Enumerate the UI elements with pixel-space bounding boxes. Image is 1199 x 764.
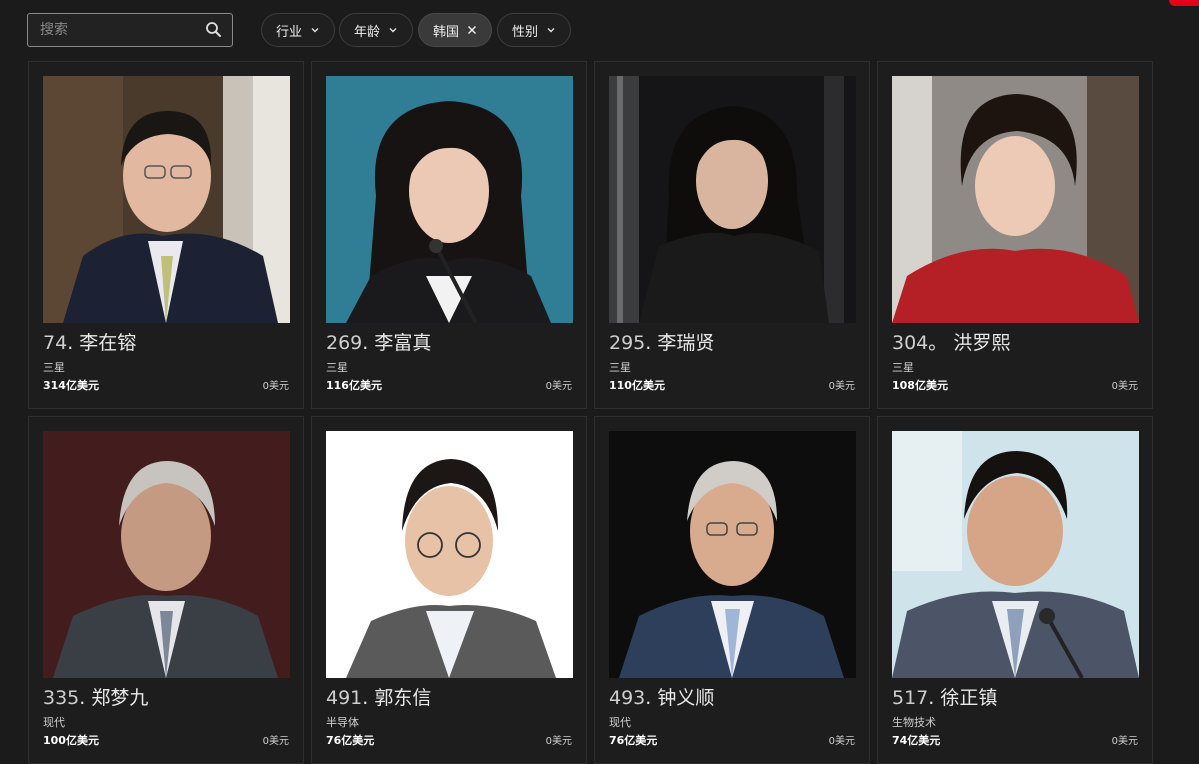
net-worth: 116亿美元 [326, 379, 382, 392]
rank: 493 [609, 687, 646, 709]
rank-separator: . [67, 332, 74, 354]
rank-and-name[interactable]: 491. 郭东信 [326, 683, 431, 710]
filter-age[interactable]: 年龄 [339, 13, 414, 47]
filter-label: 性别 [512, 24, 539, 40]
chevron-down-icon [311, 28, 319, 33]
person-photo[interactable] [892, 431, 1139, 678]
worth-change: 0美元 [828, 736, 855, 747]
rank: 304 [892, 332, 929, 354]
net-worth: 76亿美元 [326, 734, 375, 747]
rank: 74 [43, 332, 68, 354]
rank-separator: . [645, 687, 652, 709]
filter-country[interactable]: 韩国 [418, 13, 493, 47]
person-card[interactable]: 491. 郭东信 半导体 76亿美元 0美元 [311, 416, 587, 764]
person-name: 郭东信 [374, 687, 432, 709]
person-name: 李富真 [374, 332, 432, 354]
rank-and-name[interactable]: 517. 徐正镇 [892, 683, 997, 710]
worth-change: 0美元 [545, 736, 572, 747]
company: 三星 [892, 361, 914, 374]
person-name: 李在镕 [79, 332, 137, 354]
net-worth: 76亿美元 [609, 734, 658, 747]
rank-and-name[interactable]: 74. 李在镕 [43, 328, 136, 355]
search-icon[interactable] [204, 20, 224, 40]
rank-separator: . [928, 687, 935, 709]
person-photo[interactable] [609, 431, 856, 678]
person-card[interactable]: 493. 钟义顺 现代 76亿美元 0美元 [594, 416, 870, 764]
rank: 269 [326, 332, 363, 354]
worth-change: 0美元 [1111, 381, 1138, 392]
rank-separator: 。 [928, 332, 948, 354]
person-photo[interactable] [609, 76, 856, 323]
company: 三星 [326, 361, 348, 374]
chevron-down-icon [389, 28, 397, 33]
rank-and-name[interactable]: 295. 李瑞贤 [609, 328, 714, 355]
rank: 295 [609, 332, 646, 354]
filter-label: 年龄 [354, 24, 381, 40]
rank-separator: . [362, 332, 369, 354]
rank-separator: . [362, 687, 369, 709]
rank-separator: . [645, 332, 652, 354]
worth-change: 0美元 [828, 381, 855, 392]
net-worth: 314亿美元 [43, 379, 99, 392]
company: 半导体 [326, 716, 359, 729]
person-name: 李瑞贤 [657, 332, 715, 354]
person-name: 洪罗熙 [953, 332, 1011, 354]
rank-separator: . [79, 687, 86, 709]
person-name: 徐正镇 [940, 687, 998, 709]
rank-and-name[interactable]: 335. 郑梦九 [43, 683, 148, 710]
person-name: 钟义顺 [657, 687, 715, 709]
net-worth: 100亿美元 [43, 734, 99, 747]
chevron-down-icon [547, 28, 555, 33]
filter-bar: 行业 年龄 韩国 性别 [0, 0, 1199, 60]
filter-label: 行业 [276, 24, 303, 40]
company: 生物技术 [892, 716, 936, 729]
rank: 335 [43, 687, 80, 709]
company: 三星 [43, 361, 65, 374]
person-photo[interactable] [326, 76, 573, 323]
person-photo[interactable] [326, 431, 573, 678]
worth-change: 0美元 [262, 381, 289, 392]
filter-gender[interactable]: 性别 [497, 13, 572, 47]
person-card[interactable]: 269. 李富真 三星 116亿美元 0美元 [311, 61, 587, 409]
person-photo[interactable] [892, 76, 1139, 323]
rank-and-name[interactable]: 269. 李富真 [326, 328, 431, 355]
rank-and-name[interactable]: 493. 钟义顺 [609, 683, 714, 710]
person-photo[interactable] [43, 76, 290, 323]
person-photo[interactable] [43, 431, 290, 678]
company: 三星 [609, 361, 631, 374]
search-box [27, 13, 233, 47]
worth-change: 0美元 [545, 381, 572, 392]
net-worth: 110亿美元 [609, 379, 665, 392]
net-worth: 74亿美元 [892, 734, 941, 747]
worth-change: 0美元 [1111, 736, 1138, 747]
rank: 491 [326, 687, 363, 709]
person-card[interactable]: 74. 李在镕 三星 314亿美元 0美元 [28, 61, 304, 409]
rank: 517 [892, 687, 929, 709]
close-icon[interactable] [467, 25, 477, 35]
person-card[interactable]: 304。 洪罗熙 三星 108亿美元 0美元 [877, 61, 1153, 409]
filter-label: 韩国 [433, 24, 460, 40]
person-card[interactable]: 335. 郑梦九 现代 100亿美元 0美元 [28, 416, 304, 764]
brand-accent [1169, 0, 1199, 6]
company: 现代 [609, 716, 631, 729]
filter-industry[interactable]: 行业 [261, 13, 336, 47]
worth-change: 0美元 [262, 736, 289, 747]
rank-and-name[interactable]: 304。 洪罗熙 [892, 328, 1010, 355]
company: 现代 [43, 716, 65, 729]
search-input[interactable] [28, 14, 210, 46]
person-card[interactable]: 517. 徐正镇 生物技术 74亿美元 0美元 [877, 416, 1153, 764]
person-name: 郑梦九 [91, 687, 149, 709]
person-card[interactable]: 295. 李瑞贤 三星 110亿美元 0美元 [594, 61, 870, 409]
net-worth: 108亿美元 [892, 379, 948, 392]
